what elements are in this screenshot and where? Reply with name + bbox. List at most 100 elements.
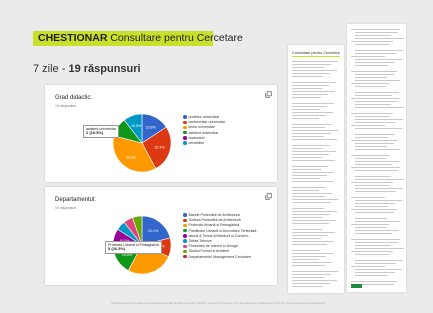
form-text-line: [355, 137, 388, 139]
form-text-line: [355, 221, 400, 223]
copy-chart-icon[interactable]: [265, 91, 272, 98]
legend-label: Proiectare de Interior și Design: [188, 244, 238, 249]
question-title: Grad didactic:: [55, 95, 93, 101]
form-text-line: [292, 67, 324, 69]
form-text-line: [355, 203, 395, 205]
form-text-line: [355, 74, 394, 76]
form-text-line: [355, 107, 404, 109]
submit-button[interactable]: [351, 284, 362, 288]
form-text-line: [351, 266, 385, 268]
form-text-line: [292, 91, 335, 93]
form-text-line: [355, 101, 398, 103]
legend-item: cercetător: [183, 141, 225, 146]
form-text-line: [355, 104, 391, 106]
form-text-line: [292, 94, 328, 96]
form-text-line: [355, 59, 402, 61]
form-text-line: [351, 29, 400, 31]
pie-slice-label: 26.3%: [154, 146, 165, 150]
legend-swatch: [183, 239, 187, 243]
legend-swatch: [183, 136, 187, 140]
question-card-departament: Departamentul: 19 răspunsuri 21.1%10.5%1…: [45, 187, 277, 285]
form-text-line: [351, 197, 385, 199]
legend-swatch: [183, 115, 187, 119]
form-text-line: [355, 233, 392, 235]
form-text-line: [355, 53, 396, 55]
form-text-line: [351, 41, 393, 43]
form-text-line: [292, 214, 330, 216]
form-text-line: [292, 112, 333, 114]
form-text-line: [355, 269, 402, 271]
response-summary: 7 zile - 19 răspunsuri: [33, 63, 141, 75]
form-preview-title: Consultare pentru Cercetare: [292, 51, 340, 55]
form-text-line: [292, 130, 338, 132]
form-text-line: [355, 92, 399, 94]
form-text-line: [292, 259, 319, 261]
form-preview-page-1: Consultare pentru Cercetare: [288, 45, 344, 293]
form-text-line: [355, 80, 400, 82]
form-text-line: [292, 109, 320, 111]
responses-count: 19 răspunsuri: [68, 63, 141, 75]
legend-label: Sinteza Proiectării de Arhitectură: [188, 218, 241, 223]
tooltip-value: 2 (10.5%): [86, 130, 104, 136]
form-text-line: [355, 230, 399, 232]
form-text-line: [351, 83, 389, 85]
form-text-line: [355, 158, 386, 160]
form-text-line: [355, 77, 387, 79]
tooltip-value: 5 (26.3%): [108, 246, 126, 252]
form-text-line: [292, 64, 331, 66]
legend-label: Bazele Proiectării de Arhitectură: [188, 213, 240, 217]
legend-swatch: [183, 130, 187, 135]
form-text-line: [355, 179, 404, 181]
form-text-line: [355, 170, 398, 172]
form-text-line: [292, 265, 325, 267]
question-card-grad: Grad didactic: 19 răspunsuri 15.8% 26.3% 3…: [45, 85, 277, 182]
form-text-line: [355, 134, 395, 136]
brand-label: CHESTIONAR: [38, 32, 108, 44]
form-text-line: [292, 106, 327, 108]
form-text-line: [292, 286, 323, 288]
legend-swatch: [183, 218, 187, 222]
form-text-line: [292, 76, 323, 78]
form-text-line: [292, 220, 336, 222]
legend-swatch: [183, 141, 187, 145]
legend-label: Departamentul Management Cercetare: [188, 254, 251, 259]
form-text-line: [355, 62, 395, 64]
form-text-line: [292, 169, 321, 171]
legend-swatch: [183, 244, 187, 249]
form-text-line: [351, 224, 389, 226]
copy-chart-icon[interactable]: [265, 193, 272, 200]
form-text-line: [355, 218, 387, 220]
form-text-line: [292, 211, 337, 213]
form-text-line: [351, 239, 400, 241]
legend-swatch: [183, 234, 187, 238]
form-text-line: [355, 272, 395, 274]
form-text-line: [355, 242, 398, 244]
chart-tooltip: asistent universitar 2 (10.5%): [83, 125, 119, 138]
form-text-line: [292, 223, 329, 225]
form-text-line: [292, 178, 320, 180]
form-text-line: [292, 118, 319, 120]
form-text-line: [292, 193, 332, 195]
form-text-line: [292, 229, 322, 231]
survey-title: Consultare pentru Cercetare: [107, 32, 243, 44]
form-text-line: [292, 232, 335, 234]
form-text-line: [292, 199, 338, 201]
form-text-line: [292, 151, 336, 153]
form-text-line: [292, 172, 334, 174]
form-text-line: [351, 98, 400, 100]
legend-swatch: [183, 213, 187, 217]
question-title: Departamentul:: [55, 197, 97, 203]
form-text-line: [355, 200, 402, 202]
form-text-line: [355, 275, 388, 277]
legend-label: asistent universitar: [188, 130, 219, 135]
form-text-line: [351, 56, 385, 58]
form-text-line: [351, 113, 393, 115]
legend-label: cercetător: [188, 141, 205, 146]
legend-label: Științe Tehnice: [188, 239, 212, 244]
form-text-line: [351, 155, 389, 157]
legend-label: doctorand: [188, 135, 205, 140]
form-text-line: [292, 181, 333, 183]
legend-label: profesor universitar: [188, 115, 220, 119]
legend-swatch: [183, 125, 187, 130]
question-response-count: 19 răspunsuri: [55, 206, 77, 210]
